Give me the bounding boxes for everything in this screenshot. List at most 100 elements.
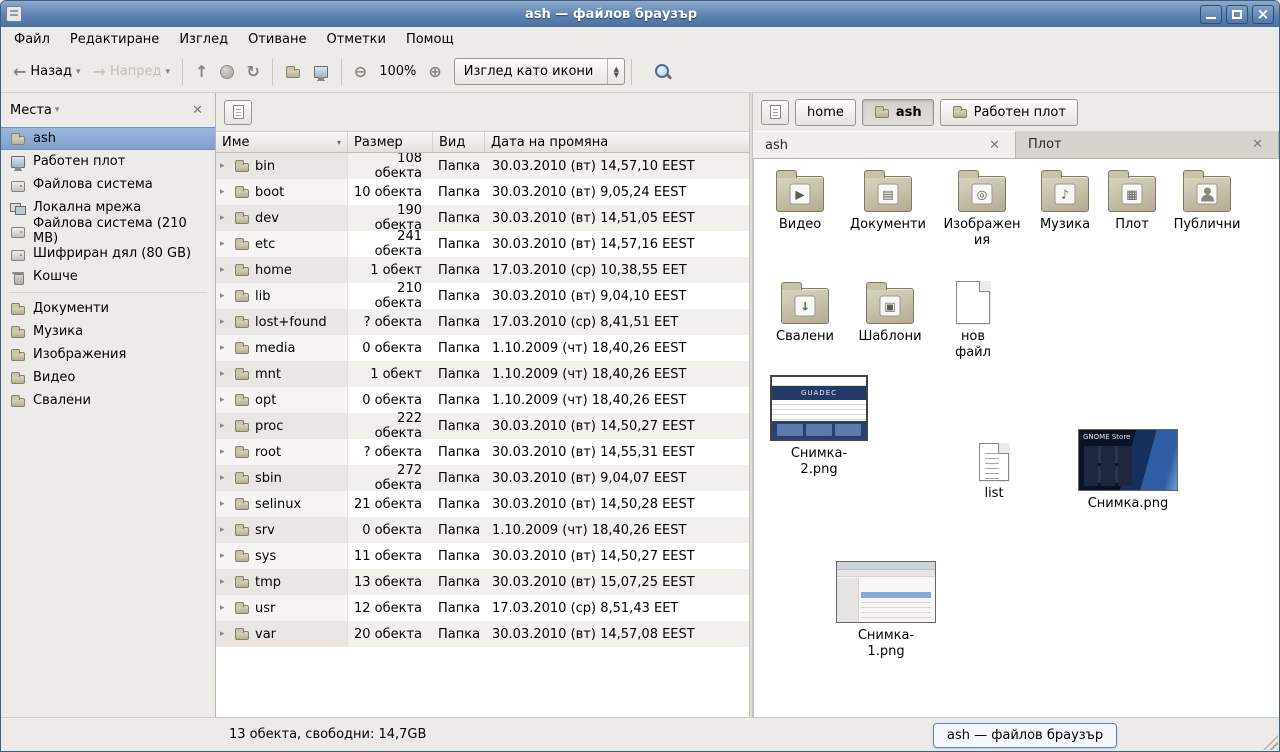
table-row[interactable]: ▸boot10 обектаПапка30.03.2010 (вт) 9,05,…: [216, 179, 749, 205]
sidebar-item-documents[interactable]: Документи: [1, 297, 215, 320]
column-header-size[interactable]: Размер: [348, 132, 433, 152]
forward-button[interactable]: → Напред ▾: [87, 59, 176, 85]
sidebar-item-ash[interactable]: ash: [1, 127, 215, 150]
sidebar-item-filesystem[interactable]: Файлова система: [1, 173, 215, 196]
up-button[interactable]: ↑: [189, 59, 214, 85]
computer-button[interactable]: [307, 59, 335, 85]
expander-icon[interactable]: ▸: [220, 525, 229, 535]
table-row[interactable]: ▸dev190 обектаПапка30.03.2010 (вт) 14,51…: [216, 205, 749, 231]
table-row[interactable]: ▸opt0 обектаПапка1.10.2009 (чт) 18,40,26…: [216, 387, 749, 413]
close-button[interactable]: [1252, 5, 1274, 24]
icon-file-new[interactable]: нов файл: [942, 279, 1004, 361]
sidebar-item-trash[interactable]: Кошче: [1, 265, 215, 288]
expander-icon[interactable]: ▸: [220, 447, 229, 457]
expander-icon[interactable]: ▸: [220, 369, 229, 379]
titlebar[interactable]: ash — файлов браузър: [1, 1, 1279, 27]
table-row[interactable]: ▸bin108 обектаПапка30.03.2010 (вт) 14,57…: [216, 153, 749, 179]
expander-icon[interactable]: ▸: [220, 317, 229, 327]
icon-view[interactable]: Видео Документи Изображения Музика Плот: [753, 159, 1279, 717]
icon-folder-downloads[interactable]: Свалени: [772, 281, 838, 345]
view-mode-select[interactable]: Изглед като икони ▲▼: [454, 58, 626, 85]
table-row[interactable]: ▸root? обектаПапка30.03.2010 (вт) 14,55,…: [216, 439, 749, 465]
sidebar-item-music[interactable]: Музика: [1, 320, 215, 343]
expander-icon[interactable]: ▸: [220, 187, 229, 197]
expander-icon[interactable]: ▸: [220, 499, 229, 509]
tab-close-icon[interactable]: ✕: [1249, 137, 1266, 152]
sidebar-item-video[interactable]: Видео: [1, 366, 215, 389]
expander-icon[interactable]: ▸: [220, 577, 229, 587]
table-row[interactable]: ▸sbin272 обектаПапка30.03.2010 (вт) 9,04…: [216, 465, 749, 491]
table-row[interactable]: ▸sys11 обектаПапка30.03.2010 (вт) 14,50,…: [216, 543, 749, 569]
tab-close-icon[interactable]: ✕: [986, 138, 1003, 153]
icon-file-snimka2[interactable]: GUADEC Снимка-2.png: [768, 375, 870, 478]
table-row[interactable]: ▸proc222 обектаПапка30.03.2010 (вт) 14,5…: [216, 413, 749, 439]
expander-icon[interactable]: ▸: [220, 473, 229, 483]
sidebar-item-desktop[interactable]: Работен плот: [1, 150, 215, 173]
icon-file-snimka[interactable]: GNOME Store Снимка.png: [1076, 429, 1180, 512]
sidebar-item-encrypted-80gb[interactable]: Шифриран дял (80 GB): [1, 242, 215, 265]
tab-desktop[interactable]: Плот✕: [1016, 131, 1279, 158]
icon-folder-public[interactable]: Публични: [1170, 169, 1244, 233]
expander-icon[interactable]: ▸: [220, 239, 229, 249]
table-row[interactable]: ▸mnt1 обектПапка1.10.2009 (чт) 18,40,26 …: [216, 361, 749, 387]
table-row[interactable]: ▸tmp13 обектаПапка30.03.2010 (вт) 15,07,…: [216, 569, 749, 595]
chevron-down-icon[interactable]: ▾: [76, 67, 81, 77]
maximize-button[interactable]: [1226, 5, 1248, 24]
stop-button[interactable]: [214, 60, 240, 84]
location-toggle-button[interactable]: [224, 100, 252, 125]
minimize-button[interactable]: [1200, 5, 1222, 24]
tab-ash[interactable]: ash✕: [753, 131, 1016, 158]
icon-folder-templates[interactable]: Шаблони: [856, 281, 924, 345]
spinner-arrows-icon[interactable]: ▲▼: [607, 59, 624, 84]
menu-help[interactable]: Помощ: [397, 29, 463, 50]
expander-icon[interactable]: ▸: [220, 629, 229, 639]
menu-edit[interactable]: Редактиране: [61, 29, 168, 50]
expander-icon[interactable]: ▸: [220, 421, 229, 431]
zoom-out-button[interactable]: ⊖: [348, 59, 373, 85]
table-row[interactable]: ▸selinux21 обектаПапка30.03.2010 (вт) 14…: [216, 491, 749, 517]
breadcrumb-desktop[interactable]: Работен плот: [940, 99, 1078, 126]
sidebar-item-downloads[interactable]: Свалени: [1, 389, 215, 412]
icon-file-list[interactable]: list: [970, 441, 1018, 502]
icon-folder-documents[interactable]: Документи: [844, 169, 932, 233]
zoom-in-button[interactable]: ⊕: [422, 59, 447, 85]
column-header-type[interactable]: Вид: [433, 132, 485, 152]
sidebar-item-filesystem-210mb[interactable]: Файлова система (210 MB): [1, 219, 215, 242]
menu-view[interactable]: Изглед: [170, 29, 237, 50]
sidebar-close-icon[interactable]: ✕: [189, 103, 206, 118]
expander-icon[interactable]: ▸: [220, 265, 229, 275]
table-row[interactable]: ▸var20 обектаПапка30.03.2010 (вт) 14,57,…: [216, 621, 749, 647]
breadcrumb-home[interactable]: home: [795, 99, 856, 126]
menu-bookmarks[interactable]: Отметки: [317, 29, 394, 50]
expander-icon[interactable]: ▸: [220, 551, 229, 561]
expander-icon[interactable]: ▸: [220, 291, 229, 301]
menu-go[interactable]: Отиване: [239, 29, 315, 50]
menu-file[interactable]: Файл: [5, 29, 59, 50]
table-row[interactable]: ▸usr12 обектаПапка17.03.2010 (ср) 8,51,4…: [216, 595, 749, 621]
icon-folder-desktop[interactable]: Плот: [1106, 169, 1158, 233]
table-row[interactable]: ▸etc241 обектаПапка30.03.2010 (вт) 14,57…: [216, 231, 749, 257]
icon-folder-video[interactable]: Видео: [768, 169, 832, 233]
expander-icon[interactable]: ▸: [220, 603, 229, 613]
table-row[interactable]: ▸lost+found? обектаПапка17.03.2010 (ср) …: [216, 309, 749, 335]
home-button[interactable]: [279, 59, 307, 85]
expander-icon[interactable]: ▸: [220, 343, 229, 353]
column-header-name[interactable]: Име▾: [216, 132, 348, 152]
expander-icon[interactable]: ▸: [220, 161, 229, 171]
reload-button[interactable]: ↻: [240, 59, 265, 85]
icon-file-snimka1[interactable]: Снимка-1.png: [834, 561, 938, 660]
table-row[interactable]: ▸lib210 обектаПапка30.03.2010 (вт) 9,04,…: [216, 283, 749, 309]
edit-location-button[interactable]: [761, 100, 789, 125]
icon-folder-pictures[interactable]: Изображения: [942, 169, 1022, 249]
taskbar-window-button[interactable]: ash — файлов браузър: [933, 723, 1117, 748]
table-row[interactable]: ▸media0 обектаПапка1.10.2009 (чт) 18,40,…: [216, 335, 749, 361]
table-row[interactable]: ▸srv0 обектаПапка1.10.2009 (чт) 18,40,26…: [216, 517, 749, 543]
icon-folder-music[interactable]: Музика: [1034, 169, 1096, 233]
resize-grip[interactable]: [1263, 735, 1278, 750]
expander-icon[interactable]: ▸: [220, 213, 229, 223]
back-button[interactable]: ← Назад ▾: [7, 59, 87, 85]
expander-icon[interactable]: ▸: [220, 395, 229, 405]
column-header-date[interactable]: Дата на промяна: [485, 132, 749, 152]
search-button[interactable]: [638, 58, 678, 86]
sidebar-title-select[interactable]: Места ▾: [10, 103, 59, 118]
